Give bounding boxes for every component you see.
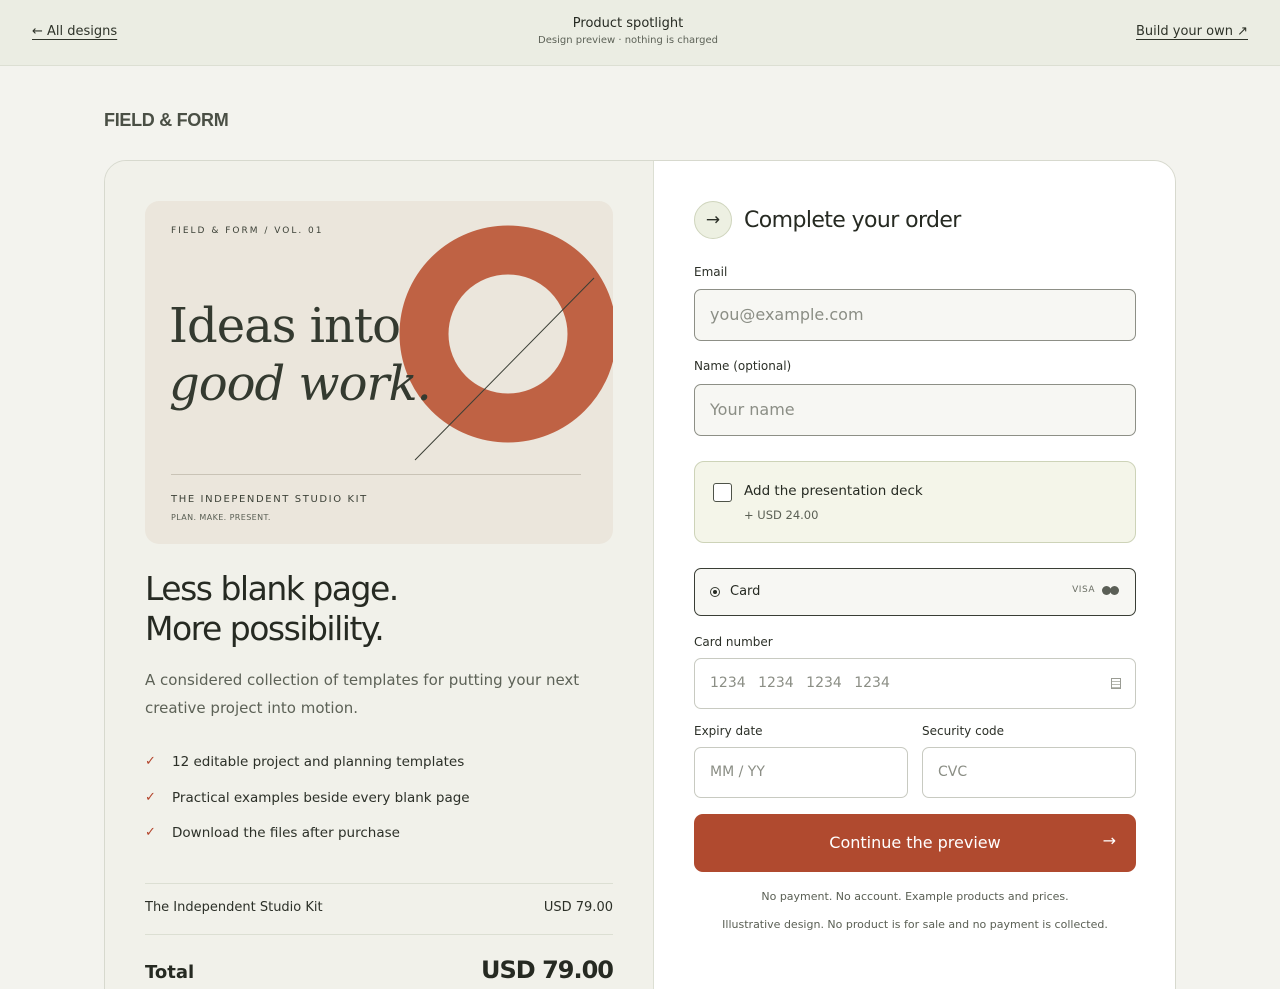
payment-option-label: Card	[730, 584, 761, 599]
topbar-center: Product spotlight Design preview · nothi…	[440, 16, 816, 46]
brand-logo: FIELD & FORM	[104, 110, 229, 130]
visa-logo: VISA	[1072, 585, 1095, 595]
product-panel: FIELD & FORM / VOL. 01 Ideas into good w…	[105, 161, 653, 989]
arrow-right-icon: →	[1102, 831, 1116, 850]
cvc-label: Security code	[922, 724, 1005, 738]
product-tagline: Less blank page. More possibility.	[145, 569, 399, 649]
addon-price: + USD 24.00	[744, 508, 819, 522]
feature-item: ✓ Practical examples beside every blank p…	[145, 790, 470, 826]
form-title: Complete your order	[744, 207, 961, 233]
check-icon: ✓	[145, 825, 156, 840]
poster-headline: Ideas into good work.	[169, 297, 432, 413]
card-number-label: Card number	[694, 635, 773, 649]
line-item-name: The Independent Studio Kit	[145, 900, 323, 915]
payment-note: No payment. No account. Example products…	[761, 890, 1069, 903]
card-number-field[interactable]: 1234 1234 1234 1234	[694, 658, 1136, 709]
name-label: Name (optional)	[694, 359, 792, 373]
tagline-line1: Less blank page.	[145, 569, 399, 608]
feature-text: Download the files after purchase	[172, 825, 400, 841]
expiry-field[interactable]: MM / YY	[694, 747, 908, 798]
order-line-item: The Independent Studio Kit USD 79.00	[145, 883, 613, 935]
feature-text: Practical examples beside every blank pa…	[172, 789, 470, 806]
poster-headline-line1: Ideas into	[169, 298, 401, 354]
checkout-card: FIELD & FORM / VOL. 01 Ideas into good w…	[104, 160, 1176, 989]
card-icon	[1111, 678, 1121, 689]
presentation-deck-addon[interactable]: Add the presentation deck + USD 24.00	[694, 461, 1136, 543]
product-poster: FIELD & FORM / VOL. 01 Ideas into good w…	[145, 201, 613, 544]
card-radio[interactable]	[710, 587, 720, 597]
poster-headline-line2: good work.	[169, 356, 432, 412]
total-amount: USD 79.00	[481, 956, 614, 984]
top-bar: ← All designs Product spotlight Design p…	[0, 0, 1280, 66]
topbar-title: Product spotlight	[572, 16, 684, 31]
feature-text: 12 editable project and planning templat…	[172, 754, 465, 770]
cvc-field[interactable]: CVC	[922, 747, 1136, 798]
topbar-subtitle: Design preview · nothing is charged	[538, 35, 718, 46]
continue-button[interactable]: Continue the preview →	[694, 814, 1136, 872]
line-item-price: USD 79.00	[543, 900, 613, 915]
product-description: A considered collection of templates for…	[145, 671, 580, 717]
continue-button-label: Continue the preview	[829, 833, 1001, 852]
mastercard-icon	[1102, 586, 1120, 596]
email-label: Email	[694, 265, 728, 279]
check-icon: ✓	[145, 789, 156, 805]
form-header: → Complete your order	[694, 201, 961, 239]
total-label: Total	[145, 962, 195, 983]
feature-list: ✓ 12 editable project and planning templa…	[145, 754, 470, 861]
feature-item: ✓ Download the files after purchase	[145, 825, 470, 861]
arrow-right-icon: →	[694, 201, 732, 239]
addon-checkbox[interactable]	[713, 483, 732, 502]
addon-label: Add the presentation deck	[744, 483, 923, 499]
order-form-panel: → Complete your order Email you@example.…	[653, 161, 1175, 989]
expiry-label: Expiry date	[694, 724, 763, 738]
check-icon: ✓	[145, 754, 156, 769]
tagline-line2: More possibility.	[145, 609, 385, 648]
disclaimer-note: Illustrative design. No product is for s…	[722, 918, 1108, 931]
name-field[interactable]: Your name	[694, 384, 1136, 436]
payment-option-card[interactable]: Card VISA	[694, 568, 1136, 616]
email-field[interactable]: you@example.com	[694, 289, 1136, 341]
card-number-placeholder: 1234 1234 1234 1234	[710, 675, 890, 691]
feature-item: ✓ 12 editable project and planning templa…	[145, 754, 470, 790]
build-your-own-link[interactable]: Build your own ↗	[1136, 24, 1248, 39]
all-designs-link[interactable]: ← All designs	[32, 24, 117, 39]
